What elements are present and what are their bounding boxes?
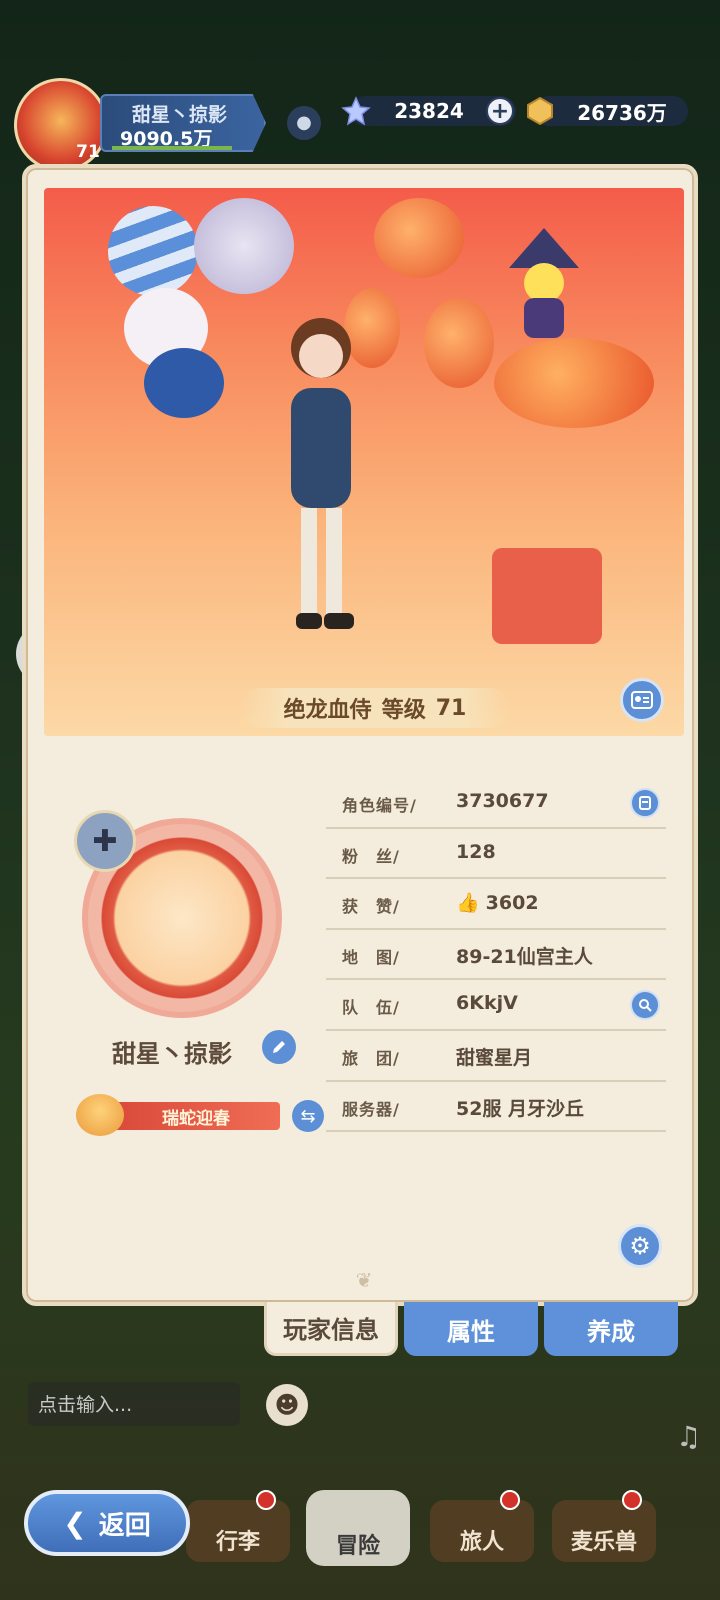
copy-icon [639,796,651,810]
detail-label: 粉 丝/ [342,846,400,866]
id-card-icon [631,691,653,709]
detail-label: 角色编号/ [342,796,417,815]
pencil-icon [273,1041,285,1053]
detail-value: 89-21仙宫主人 [456,945,593,968]
balloon-decoration [108,206,198,296]
player-character [266,308,376,648]
detail-row-id: 角色编号/ 3730677 [326,778,666,829]
back-label: 返回 [98,1510,151,1541]
detail-label: 服务器/ [342,1099,400,1119]
group-icon[interactable]: ● [287,106,321,140]
title-badge[interactable]: 瑞蛇迎春 [72,1094,280,1136]
gold-currency: 26736万 [527,96,688,126]
back-button[interactable]: ❮ 返回 [24,1490,190,1556]
thumbs-up-icon[interactable]: 👍 [456,892,480,914]
profile-details: 角色编号/ 3730677 粉 丝/ 128 获 赞/ 👍 3602 地 图/ 8… [326,778,666,1133]
tab-attributes[interactable]: 属性 [404,1302,538,1356]
detail-value: 6KkjV [456,992,518,1015]
detail-row-server: 服务器/ 52服 月牙沙丘 [326,1082,666,1133]
likes-value-wrap: 👍 3602 [456,891,539,914]
balloon-decoration [144,348,224,418]
character-level: 71 [435,695,467,721]
topbar-player-name: 甜星丶掠影 [132,104,228,126]
detail-label: 队 伍/ [342,998,400,1018]
chat-input[interactable]: 点击输入... [28,1382,240,1426]
notification-dot [256,1490,276,1510]
balloon-decoration [194,198,294,294]
player-info-card: 绝龙血侍 等级 71 ✚ 甜星丶掠影 瑞蛇迎春 ⇆ 角色编号/ 3730677 [22,164,698,1306]
rank-badge-icon: ✚ [74,810,136,872]
detail-value: 128 [456,840,496,863]
star-currency-value: 23824 [394,99,464,123]
nav-pets[interactable]: 麦乐兽 [552,1490,656,1562]
id-card-button[interactable] [620,678,664,722]
detail-value: 3602 [485,892,539,915]
tab-player-info[interactable]: 玩家信息 [264,1302,398,1356]
star-currency: 23824 + [341,96,516,126]
detail-row-map: 地 图/ 89-21仙宫主人 [326,930,666,981]
player-name-plate[interactable]: 甜星丶掠影 9090.5万 [100,94,266,152]
nav-label: 行李 [215,1530,260,1555]
detail-label: 地 图/ [342,947,400,967]
profile-tabs: 玩家信息 属性 养成 [264,1302,684,1358]
notification-dot [622,1490,642,1510]
star-icon [340,95,372,127]
add-currency-button[interactable]: + [486,97,514,125]
profile-player-name: 甜星丶掠影 [112,1040,232,1068]
exp-bar [112,146,232,150]
fish-kite-decoration [494,338,654,428]
gold-coin-icon [524,95,556,127]
gear-icon: ⚙ [629,1232,651,1260]
detail-value: 甜蜜星月 [456,1046,533,1069]
detail-value: 52服 月牙沙丘 [456,1097,585,1120]
character-title-pill: 绝龙血侍 等级 71 [240,688,510,728]
emoji-button[interactable]: ☻ [266,1384,308,1426]
smiley-icon: ☻ [274,1391,300,1419]
bottom-nav: 行李 冒险 旅人 麦乐兽 ❮ 返回 [0,1440,720,1600]
search-icon [639,999,652,1013]
chevron-left-icon: ❮ [63,1506,87,1540]
detail-row-likes: 获 赞/ 👍 3602 [326,879,666,930]
search-team-button[interactable] [630,990,660,1021]
topbar-level: 71 [76,142,100,162]
gold-currency-value: 26736万 [577,100,667,125]
copy-id-button[interactable] [630,788,660,818]
detail-row-team: 队 伍/ 6KkjV [326,980,666,1031]
nav-label: 冒险 [335,1534,380,1559]
title-badge-label: 瑞蛇迎春 [112,1102,280,1130]
character-title: 绝龙血侍 [283,698,372,723]
detail-label: 旅 团/ [342,1048,400,1068]
lantern-decoration [374,198,464,278]
tab-development[interactable]: 养成 [544,1302,678,1356]
detail-row-guild: 旅 团/ 甜蜜星月 [326,1031,666,1082]
edit-name-button[interactable] [262,1030,296,1064]
character-level-label: 等级 [381,698,426,723]
detail-value: 3730677 [456,790,549,812]
gift-box-decoration [492,548,602,644]
character-showcase: 绝龙血侍 等级 71 [44,188,684,736]
nav-adventure[interactable]: 冒险 [306,1490,410,1566]
detail-row-fans: 粉 丝/ 128 [326,829,666,880]
nav-luggage[interactable]: 行李 [186,1490,290,1562]
settings-button[interactable]: ⚙ [618,1224,662,1268]
nav-label: 旅人 [459,1530,504,1555]
profile-section: ✚ 甜星丶掠影 瑞蛇迎春 ⇆ 角色编号/ 3730677 粉 丝/ 128 获 … [26,738,702,1298]
lantern-decoration [424,298,494,388]
nav-label: 麦乐兽 [570,1530,637,1555]
ornament-decoration: ❦ [355,1268,373,1292]
nav-travelers[interactable]: 旅人 [430,1490,534,1562]
mascot-icon [76,1094,124,1136]
detail-label: 获 赞/ [342,897,400,917]
swap-title-button[interactable]: ⇆ [292,1100,324,1132]
notification-dot [500,1490,520,1510]
